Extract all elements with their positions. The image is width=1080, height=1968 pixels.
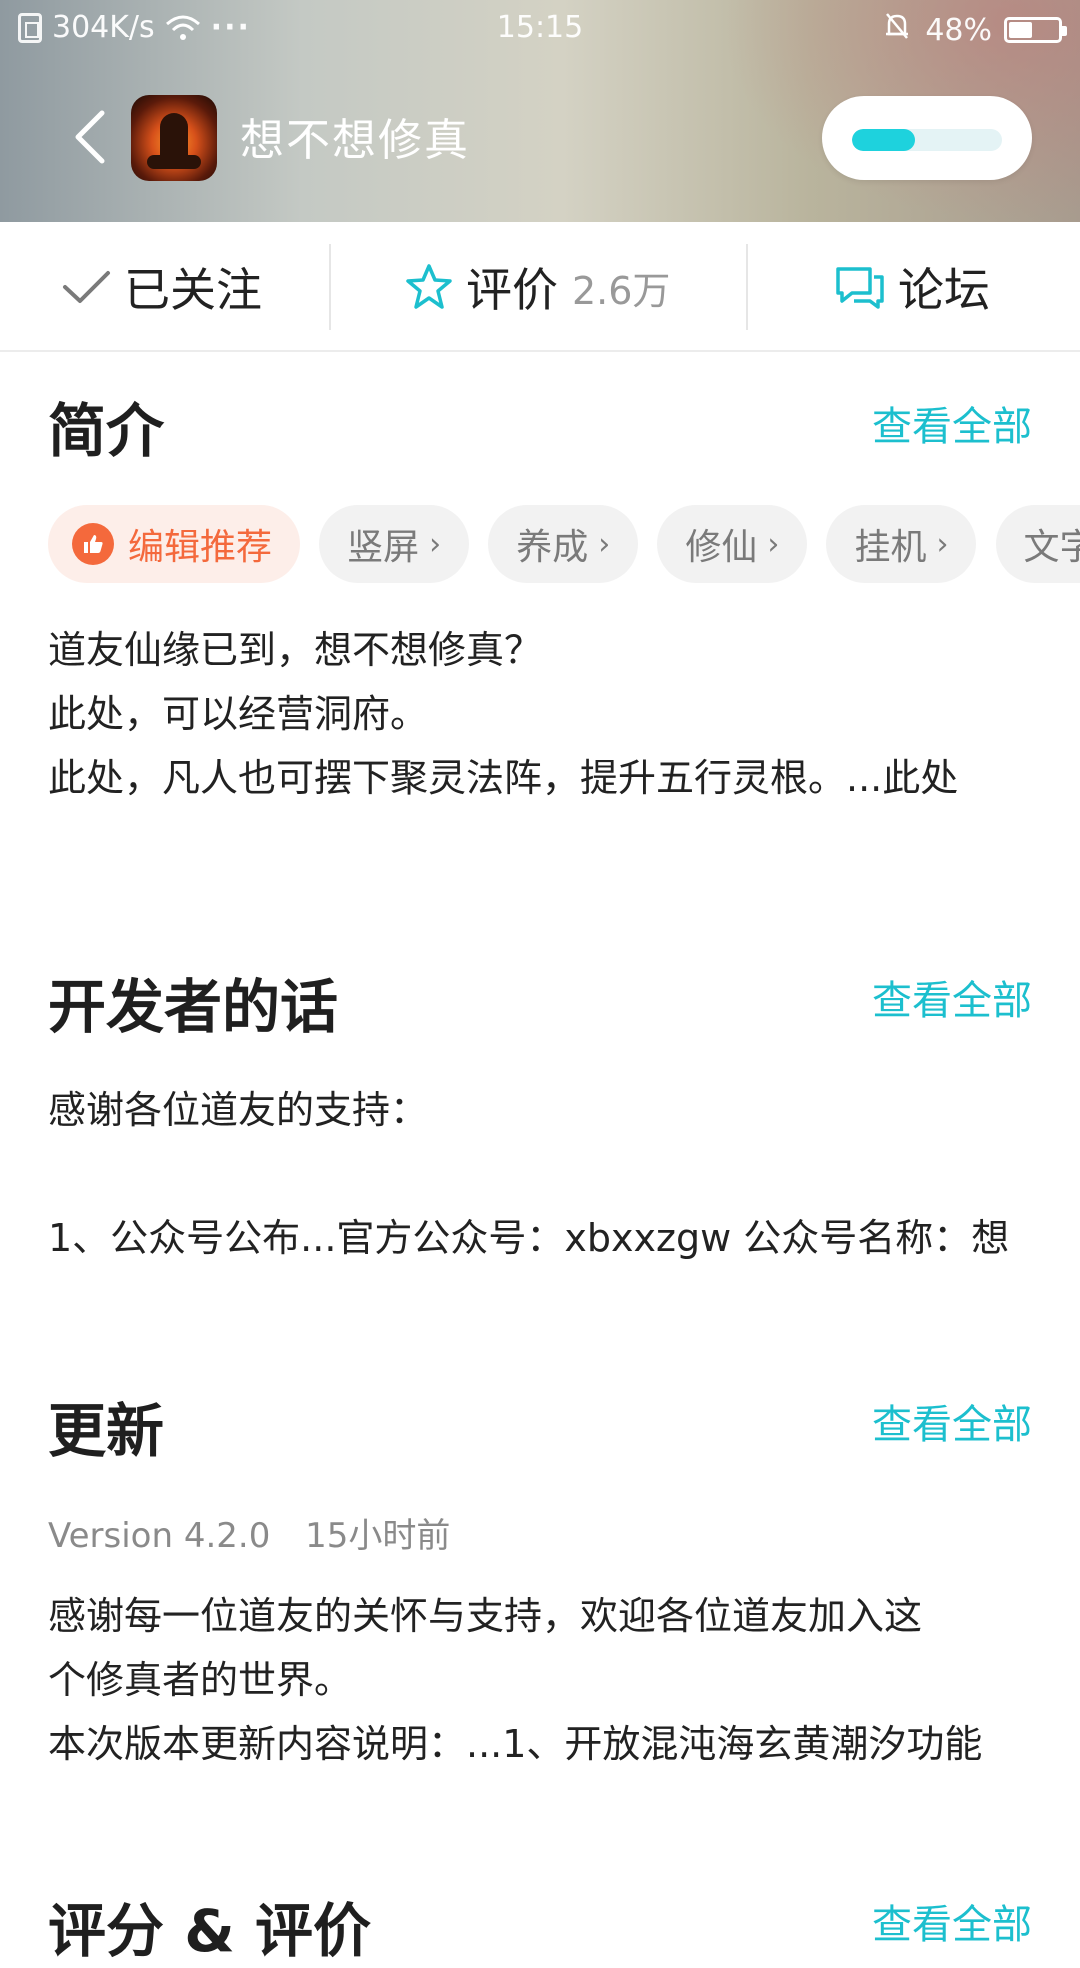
update-line: 感谢每一位道友的关怀与支持，欢迎各位道友加入这 — [48, 1594, 923, 1638]
action-divider — [329, 244, 331, 330]
update-line: 本次版本更新内容说明：...1、开放混沌海玄黄潮汐功能 — [48, 1722, 983, 1766]
tag-list: 编辑推荐 竖屏 › 养成 › 修仙 › 挂机 › 文字 — [48, 505, 1080, 583]
app-title: 想不想修真 — [240, 115, 470, 166]
follow-label: 已关注 — [124, 263, 262, 317]
intro-text: 道友仙缘已到，想不想修真？ 此处，可以经营洞府。 此处，凡人也可摆下聚灵法阵，提… — [48, 618, 1032, 810]
update-meta: Version 4.2.0 15小时前 — [48, 1508, 450, 1557]
battery-percent: 48% — [925, 12, 992, 48]
forum-button[interactable]: 论坛 — [834, 222, 990, 352]
bell-muted-icon — [881, 10, 913, 50]
status-bar: 304K/s ··· 15:15 48% — [0, 0, 1080, 56]
forum-label: 论坛 — [898, 263, 990, 317]
update-title: 更新 — [48, 1397, 165, 1465]
battery-level — [1009, 22, 1033, 38]
download-progress-button[interactable] — [822, 96, 1032, 180]
tag-label: 编辑推荐 — [128, 527, 273, 568]
rate-button[interactable]: 评价 2.6万 — [404, 222, 670, 352]
update-view-all-link[interactable]: 查看全部 — [872, 1392, 1032, 1450]
tag-idle[interactable]: 挂机 › — [826, 505, 977, 583]
tag-label: 文字 — [1023, 527, 1080, 568]
update-line: 个修真者的世界。 — [48, 1658, 353, 1702]
tag-label: 竖屏 — [347, 527, 420, 568]
developer-title: 开发者的话 — [48, 973, 339, 1041]
star-icon — [404, 262, 454, 312]
chevron-right-icon: › — [767, 526, 780, 562]
update-version: Version 4.2.0 — [48, 1516, 271, 1556]
checkmark-icon — [62, 267, 112, 307]
tag-text[interactable]: 文字 — [995, 505, 1080, 583]
intro-line: 此处，凡人也可摆下聚灵法阵，提升五行灵根。...此处 — [48, 756, 959, 800]
developer-line: 1、公众号公布...官方公众号：xbxxzgw 公众号名称：想 — [48, 1216, 1010, 1260]
tag-editor-recommend[interactable]: 编辑推荐 — [48, 505, 301, 583]
intro-view-all-link[interactable]: 查看全部 — [872, 394, 1032, 452]
tag-cultivation[interactable]: 修仙 › — [657, 505, 808, 583]
nav-bar: 想不想修真 — [0, 80, 1080, 200]
intro-line: 道友仙缘已到，想不想修真？ — [48, 628, 543, 672]
rate-label: 评价 — [466, 263, 558, 317]
update-text: 感谢每一位道友的关怀与支持，欢迎各位道友加入这 个修真者的世界。 本次版本更新内… — [48, 1584, 1032, 1776]
app-icon — [131, 95, 217, 181]
tag-portrait[interactable]: 竖屏 › — [319, 505, 470, 583]
tag-label: 修仙 — [685, 527, 758, 568]
tag-label: 挂机 — [854, 527, 927, 568]
developer-view-all-link[interactable]: 查看全部 — [872, 968, 1032, 1026]
tag-nurture[interactable]: 养成 › — [488, 505, 639, 583]
chevron-right-icon: › — [936, 526, 949, 562]
thumbs-up-icon — [72, 523, 114, 565]
download-progress-fill — [852, 129, 915, 151]
back-button[interactable] — [60, 102, 120, 172]
chevron-right-icon: › — [598, 526, 611, 562]
chat-bubbles-icon — [834, 263, 886, 311]
intro-title: 简介 — [48, 397, 165, 465]
intro-line: 此处，可以经营洞府。 — [48, 692, 429, 736]
battery-icon — [1004, 17, 1067, 43]
download-progress-track — [852, 129, 1002, 151]
app-header: 304K/s ··· 15:15 48% 想不想修真 — [0, 0, 1080, 222]
rate-count: 2.6万 — [572, 268, 671, 313]
action-bar: 已关注 评价 2.6万 论坛 — [0, 222, 1080, 352]
developer-line: 感谢各位道友的支持： — [48, 1088, 429, 1132]
figure-base — [147, 155, 201, 169]
follow-button[interactable]: 已关注 — [62, 222, 262, 352]
ratings-title: 评分 & 评价 — [48, 1897, 371, 1965]
chevron-left-icon — [75, 110, 105, 164]
chevron-right-icon: › — [429, 526, 442, 562]
action-divider — [746, 244, 748, 330]
ratings-view-all-link[interactable]: 查看全部 — [872, 1892, 1032, 1950]
update-time: 15小时前 — [305, 1516, 451, 1556]
tag-label: 养成 — [516, 527, 589, 568]
